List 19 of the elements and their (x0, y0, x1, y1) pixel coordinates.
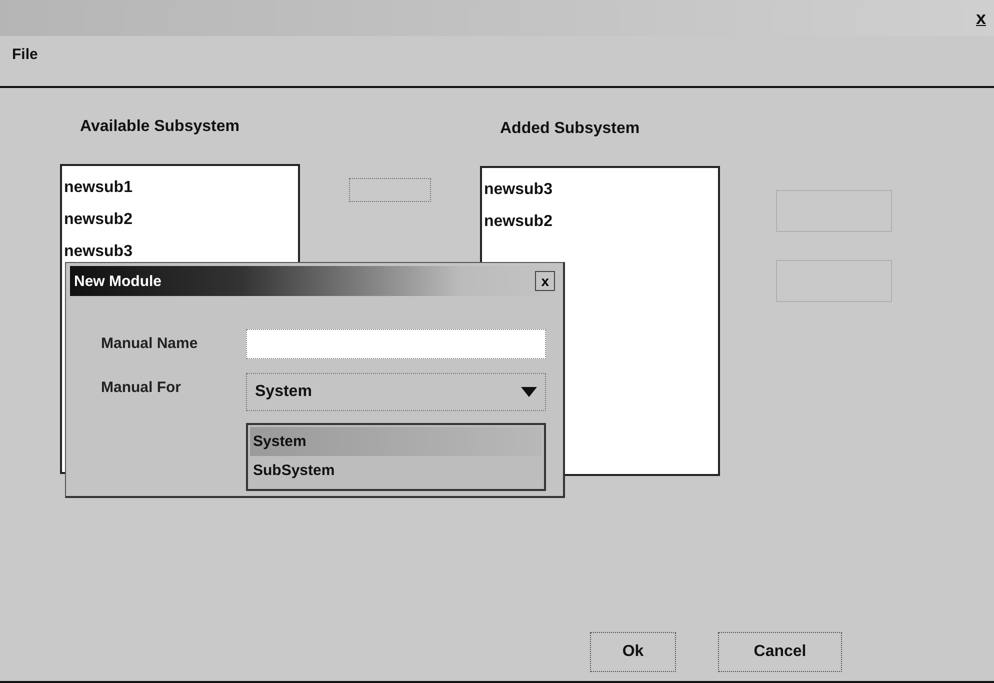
field-label: Manual For (101, 378, 182, 396)
transfer-button[interactable] (349, 178, 431, 202)
list-title: Available Subsystem (80, 118, 240, 136)
close-button[interactable]: x (974, 8, 988, 28)
list-item[interactable]: newsub1 (62, 172, 298, 204)
dropdown-option[interactable]: System (250, 427, 542, 456)
dialog-title: New Module (74, 272, 162, 290)
field-label: Manual Name (101, 334, 199, 352)
menu-item[interactable]: File (10, 44, 40, 65)
cancel-button[interactable]: Cancel (718, 632, 842, 672)
list-title: Added Subsystem (500, 120, 640, 138)
ok-button[interactable]: Ok (590, 632, 676, 672)
list-item[interactable]: newsub2 (62, 204, 298, 236)
close-button[interactable]: x (535, 271, 555, 291)
list-item[interactable]: newsub2 (482, 206, 718, 238)
input-field[interactable] (246, 329, 546, 359)
caret-icon (521, 387, 537, 397)
list-item[interactable]: newsub3 (482, 174, 718, 206)
dropdown-field[interactable]: System (246, 373, 546, 411)
